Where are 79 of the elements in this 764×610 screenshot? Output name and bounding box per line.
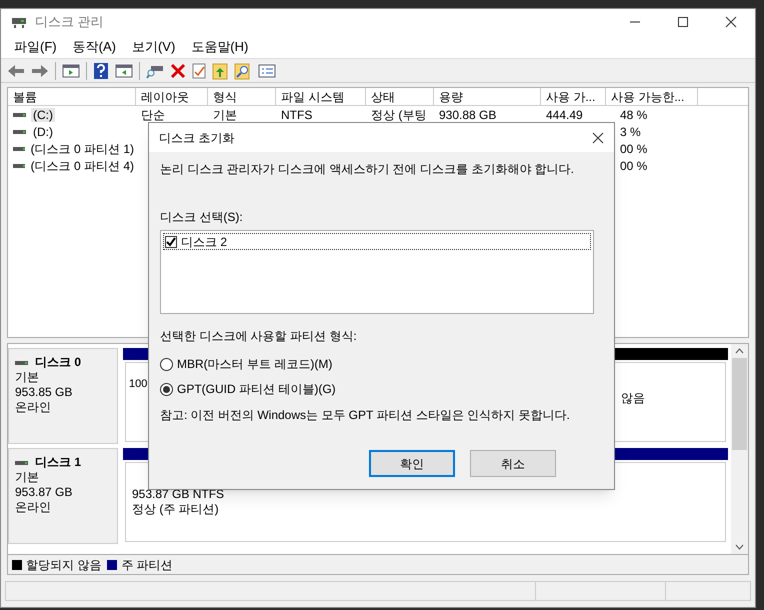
disk-status: 온라인 — [15, 500, 52, 515]
column-header[interactable]: 형식 — [208, 88, 276, 105]
panel-icon[interactable] — [115, 62, 133, 78]
disk-status: 온라인 — [15, 400, 52, 415]
column-header[interactable]: 레이아웃 — [136, 88, 208, 105]
close-icon[interactable] — [592, 132, 604, 144]
menu-item[interactable]: 도움말(H) — [184, 34, 256, 58]
column-header[interactable]: 상태 — [366, 88, 434, 105]
drive-icon — [13, 128, 27, 136]
dialog-message: 논리 디스크 관리자가 디스크에 액세스하기 전에 디스크를 초기화해야 합니다. — [160, 161, 576, 178]
folder-search-icon[interactable] — [234, 62, 252, 80]
partition-text: 100 — [129, 377, 148, 392]
drive-icon — [15, 458, 29, 466]
volume-name[interactable]: (D:) — [31, 124, 55, 138]
disk-size: 953.87 GB — [15, 485, 74, 500]
disk-type: 기본 — [15, 370, 40, 385]
legend-label: 주 파티션 — [121, 556, 173, 574]
partition-text: 않음 — [621, 391, 645, 406]
scrollbar[interactable] — [731, 344, 748, 554]
back-arrow-icon[interactable] — [7, 62, 25, 78]
note-text: 참고: 이전 버전의 Windows는 모두 GPT 파티션 스타일은 인식하지 못합니다. — [160, 407, 571, 424]
table-cell: NTFS — [281, 108, 312, 122]
partition-text: 953.87 GB NTFS — [132, 487, 224, 502]
disk-type: 기본 — [15, 470, 40, 485]
table-cell: 00 % — [620, 158, 648, 172]
scroll-down-icon[interactable] — [735, 544, 744, 550]
volume-name[interactable]: (C:) — [31, 108, 55, 122]
disk-list[interactable]: 디스크 2 — [160, 230, 594, 314]
folder-up-icon[interactable] — [212, 62, 228, 80]
delete-icon[interactable] — [170, 62, 186, 78]
column-header[interactable]: 사용 가능한... — [606, 88, 698, 105]
help-icon[interactable] — [93, 62, 109, 80]
close-icon[interactable] — [725, 16, 737, 28]
drive-icon — [15, 358, 29, 366]
table-cell: 3 % — [620, 124, 641, 138]
menu-item[interactable]: 동작(A) — [66, 34, 123, 58]
radio-button[interactable] — [160, 358, 173, 370]
disk-size: 953.85 GB — [15, 385, 74, 400]
column-header[interactable]: 용량 — [434, 88, 541, 105]
table-cell: 48 % — [620, 108, 648, 122]
radio-button[interactable] — [160, 382, 173, 396]
radio-label[interactable]: GPT(GUID 파티션 테이블)(G) — [177, 380, 336, 398]
menu-item[interactable]: 파일(F) — [7, 34, 64, 58]
scroll-thumb[interactable] — [732, 358, 747, 450]
drive-icon — [13, 110, 27, 118]
disk-drive-icon — [11, 15, 27, 29]
partition-text: 정상 (주 파티션) — [132, 502, 219, 517]
disk-name[interactable]: 디스크 0 — [35, 355, 82, 370]
table-cell: 정상 (부팅 — [371, 108, 426, 122]
list-item[interactable]: 디스크 2 — [163, 233, 591, 250]
scroll-up-icon[interactable] — [735, 348, 744, 354]
maximize-icon[interactable] — [677, 16, 689, 28]
panel-icon[interactable] — [62, 62, 80, 78]
cancel-button[interactable]: 취소 — [470, 450, 556, 477]
ok-button[interactable]: 확인 — [369, 450, 455, 477]
table-cell: 00 % — [620, 142, 648, 156]
legend-label: 할당되지 않음 — [26, 556, 102, 574]
checklist-icon[interactable] — [192, 62, 206, 78]
disk-name[interactable]: 디스크 1 — [35, 455, 82, 470]
checkbox[interactable] — [165, 236, 177, 248]
forward-arrow-icon[interactable] — [31, 62, 49, 78]
dialog-title: 디스크 초기화 — [159, 130, 234, 146]
drive-icon — [13, 144, 25, 152]
table-cell: 단순 — [141, 108, 165, 122]
column-header[interactable]: 사용 가... — [541, 88, 606, 105]
table-cell: 444.49 — [546, 108, 583, 122]
volume-name[interactable]: (디스크 0 파티션 1) — [28, 142, 136, 156]
menu-item[interactable]: 보기(V) — [124, 34, 182, 58]
partition-style-label: 선택한 디스크에 사용할 파티션 형식: — [160, 328, 358, 345]
disk-select-label: 디스크 선택(S): — [160, 209, 244, 226]
radio-label[interactable]: MBR(마스터 부트 레코드)(M) — [177, 355, 332, 373]
drive-icon — [13, 162, 25, 170]
table-cell: 930.88 GB — [439, 108, 496, 122]
column-header[interactable]: 볼륨 — [8, 88, 136, 105]
volume-name[interactable]: (디스크 0 파티션 4) — [28, 158, 136, 172]
window-title: 디스크 관리 — [35, 13, 104, 32]
column-header[interactable]: 파일 시스템 — [276, 88, 366, 105]
table-cell: 기본 — [213, 108, 237, 122]
properties-list-icon[interactable] — [258, 62, 276, 78]
